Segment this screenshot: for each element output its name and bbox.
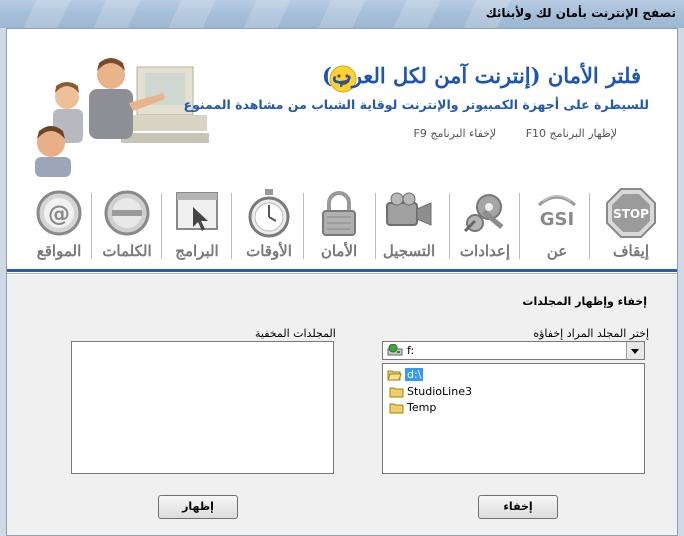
- at-sign-icon: @: [36, 190, 82, 236]
- folder-item-label: Temp: [407, 401, 437, 414]
- svg-text:@: @: [48, 202, 70, 227]
- titlebar-glass-stripe: [168, 0, 216, 28]
- toolbar-recording-button[interactable]: التسجيل: [375, 187, 443, 267]
- toolbar-words-button[interactable]: الكلمات: [93, 187, 161, 267]
- titlebar-glass-stripe: [318, 0, 366, 28]
- titlebar-glass-stripe: [23, 0, 71, 28]
- drive-select[interactable]: f:: [382, 341, 645, 360]
- hide-button[interactable]: إخفاء: [478, 495, 558, 519]
- folder-tree[interactable]: d:\ StudioLine3 Temp: [382, 363, 645, 474]
- header-divider-thin: [7, 273, 677, 274]
- toolbar-settings-button[interactable]: إعدادات: [451, 187, 519, 267]
- folder-item[interactable]: Temp: [383, 400, 644, 416]
- folder-item-label: StudioLine3: [407, 385, 472, 398]
- drive-icon: [387, 344, 403, 356]
- toolbar-security-label: الأمان: [320, 242, 358, 260]
- folder-icon: [389, 387, 404, 398]
- hotkey-show-label: لإظهار البرنامج F10: [525, 127, 617, 140]
- kids-at-computer-icon: [35, 58, 209, 177]
- toolbar-separator: [375, 193, 376, 259]
- main-window: فلتر الأمان (إنترنت آمن لكل العرب) للسيط…: [6, 28, 678, 536]
- title-bar[interactable]: تصفح الإنترنت بأمان لك ولأبنائك: [0, 0, 684, 28]
- toolbar-stop-label: إيقاف: [612, 242, 650, 260]
- svg-text:GSI: GSI: [540, 209, 574, 230]
- toolbar-separator: [519, 193, 520, 259]
- chevron-down-icon[interactable]: [626, 342, 644, 359]
- program-window-icon: [176, 192, 218, 231]
- toolbar-about-button[interactable]: GSI عن: [523, 187, 591, 267]
- svg-text:STOP: STOP: [613, 207, 649, 221]
- toolbar-sites-button[interactable]: @ المواقع: [25, 187, 93, 267]
- toolbar-stop-button[interactable]: STOP إيقاف: [597, 187, 665, 267]
- app-header: فلتر الأمان (إنترنت آمن لكل العرب) للسيط…: [7, 29, 677, 269]
- toolbar-settings-label: إعدادات: [459, 242, 511, 260]
- toolbar-security-button[interactable]: الأمان: [305, 187, 373, 267]
- toolbar-programs-button[interactable]: البرامج: [163, 187, 231, 267]
- toolbar-separator: [303, 193, 304, 259]
- words-disc-icon: [104, 190, 150, 236]
- gears-icon: [463, 194, 504, 233]
- hotkeys-hint: لإظهار البرنامج F10 لإخفاء البرنامج F9: [388, 127, 617, 140]
- toolbar-separator: [231, 193, 232, 259]
- toolbar-about-label: عن: [546, 242, 568, 260]
- folders-panel: إخفاء وإظهار المجلدات إختر المجلد المراد…: [7, 275, 677, 535]
- toolbar-programs-label: البرامج: [175, 242, 219, 260]
- header-divider: [7, 269, 677, 272]
- hidden-folders-label: المجلدات المخفية: [255, 327, 336, 340]
- hidden-folders-list[interactable]: [71, 341, 334, 474]
- titlebar-glass-stripe: [93, 0, 141, 28]
- section-title: إخفاء وإظهار المجلدات: [522, 295, 647, 308]
- titlebar-glass-stripe: [243, 0, 291, 28]
- choose-folder-label: إختر المجلد المراد إخفاؤه: [533, 327, 649, 340]
- toolbar-separator: [449, 193, 450, 259]
- app-subtitle: للسيطرة على أجهزة الكمبيوتر والإنترنت لو…: [183, 97, 649, 112]
- main-toolbar: STOP إيقاف GSI عن إعدادات التسجيل الأمان…: [25, 187, 665, 267]
- gsi-logo-icon: GSI: [538, 195, 576, 230]
- titlebar-glass-stripe: [393, 0, 441, 28]
- video-camera-icon: [386, 192, 432, 226]
- toolbar-separator: [161, 193, 162, 259]
- folder-icon: [389, 403, 404, 414]
- window-title: تصفح الإنترنت بأمان لك ولأبنائك: [485, 6, 676, 20]
- show-button[interactable]: إظهار: [158, 495, 238, 519]
- toolbar-sites-label: المواقع: [36, 242, 82, 260]
- app-title: فلتر الأمان (إنترنت آمن لكل العرب): [322, 63, 641, 88]
- toolbar-times-label: الأوقات: [246, 242, 292, 260]
- toolbar-words-label: الكلمات: [102, 242, 152, 260]
- toolbar-recording-label: التسجيل: [382, 242, 436, 260]
- toolbar-times-button[interactable]: الأوقات: [235, 187, 303, 267]
- padlock-icon: [322, 191, 356, 236]
- folder-item[interactable]: StudioLine3: [383, 384, 644, 400]
- folder-item-label: d:\: [405, 368, 424, 381]
- stop-sign-icon: STOP: [606, 188, 656, 238]
- folder-item[interactable]: d:\: [383, 367, 644, 383]
- stopwatch-icon: [248, 189, 290, 238]
- hotkey-hide-label: لإخفاء البرنامج F9: [413, 127, 497, 140]
- open-folder-icon: [387, 370, 402, 381]
- drive-select-value: f:: [407, 344, 415, 357]
